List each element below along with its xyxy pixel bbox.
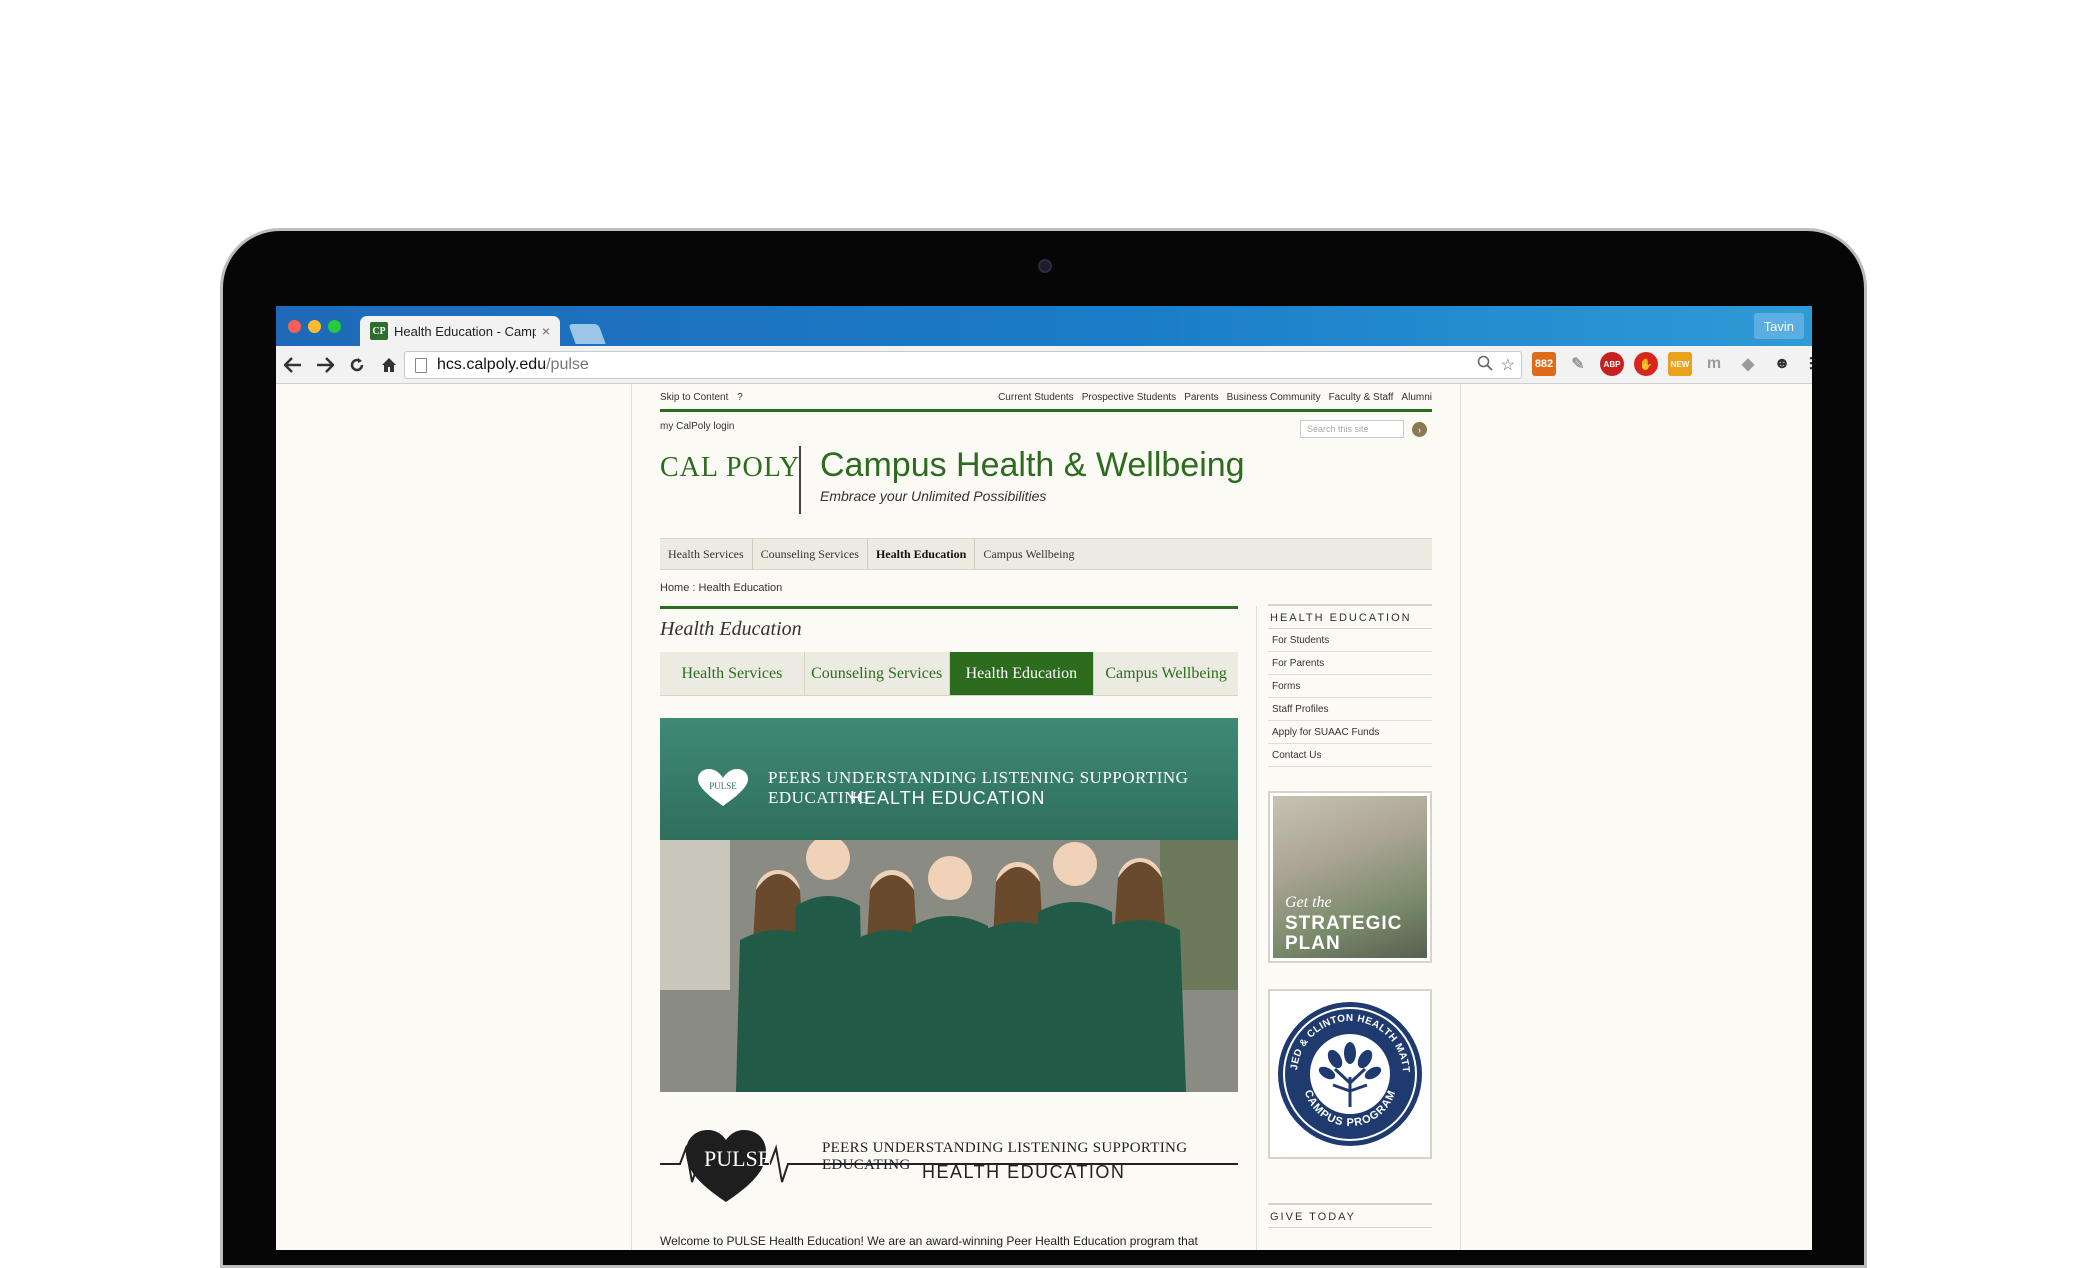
menu-hamburger-icon[interactable]: ☰ bbox=[1804, 352, 1812, 376]
audience-link-faculty-staff[interactable]: Faculty & Staff bbox=[1329, 392, 1394, 406]
panda-extension-icon[interactable]: ☻ bbox=[1770, 352, 1794, 376]
breadcrumb[interactable]: Home : Health Education bbox=[660, 582, 782, 594]
close-window-button[interactable] bbox=[288, 320, 301, 333]
nav-counseling-services[interactable]: Counseling Services bbox=[753, 539, 868, 569]
heart-icon: PULSE bbox=[698, 769, 748, 806]
tab-favicon-icon: CP bbox=[370, 322, 388, 340]
audience-link-parents[interactable]: Parents bbox=[1184, 392, 1218, 406]
reload-icon[interactable] bbox=[342, 350, 372, 380]
hero-photo: PULSE PEERS UNDERSTANDING LISTENING SUPP… bbox=[660, 718, 1238, 1092]
sidebar-link-for-students[interactable]: For Students bbox=[1268, 629, 1432, 652]
url-path: /pulse bbox=[546, 356, 589, 373]
audience-link-alumni[interactable]: Alumni bbox=[1401, 392, 1432, 406]
promo-line2: STRATEGIC bbox=[1285, 913, 1403, 934]
give-today-heading[interactable]: GIVE TODAY bbox=[1268, 1203, 1432, 1228]
promo-line1: Get the bbox=[1285, 894, 1332, 911]
diamond-extension-icon[interactable]: ◆ bbox=[1736, 352, 1760, 376]
browser-tab-bar: CP Health Education - Campus × Tavin bbox=[276, 306, 1812, 346]
site-tagline: Embrace your Unlimited Possibilities bbox=[820, 488, 1047, 504]
maximize-window-button[interactable] bbox=[328, 320, 341, 333]
strategic-plan-promo[interactable]: Get the STRATEGIC PLAN bbox=[1268, 791, 1432, 963]
tab-close-icon[interactable]: × bbox=[542, 323, 550, 339]
nav-campus-wellbeing[interactable]: Campus Wellbeing bbox=[975, 539, 1082, 569]
audience-link-prospective-students[interactable]: Prospective Students bbox=[1082, 392, 1177, 406]
page-icon bbox=[415, 357, 427, 373]
search-go-button[interactable]: › bbox=[1412, 422, 1427, 437]
address-bar[interactable]: hcs.calpoly.edu/pulse ☆ bbox=[404, 351, 1522, 379]
utility-bar: Skip to Content ? Current Students Prosp… bbox=[660, 392, 1432, 406]
back-arrow-icon[interactable] bbox=[278, 350, 308, 380]
pulse-logo-word: PULSE bbox=[704, 1146, 772, 1171]
welcome-paragraph: Welcome to PULSE Health Education! We ar… bbox=[660, 1234, 1198, 1248]
bookmark-star-icon[interactable]: ☆ bbox=[1501, 355, 1515, 376]
calpoly-logo[interactable]: CAL POLY bbox=[660, 452, 800, 484]
strategic-plan-image: Get the STRATEGIC PLAN bbox=[1273, 796, 1427, 958]
hero-banner-line2: HEALTH EDUCATION bbox=[850, 788, 1046, 808]
sidebar-link-suaac-funds[interactable]: Apply for SUAAC Funds bbox=[1268, 721, 1432, 744]
audience-link-business-community[interactable]: Business Community bbox=[1227, 392, 1321, 406]
sidebar-link-forms[interactable]: Forms bbox=[1268, 675, 1432, 698]
eyedropper-extension-icon[interactable]: ✎ bbox=[1566, 352, 1590, 376]
search-icon[interactable] bbox=[1477, 355, 1493, 376]
sidebar-link-contact-us[interactable]: Contact Us bbox=[1268, 744, 1432, 767]
content-rule bbox=[660, 606, 1238, 609]
logo-divider bbox=[799, 446, 801, 514]
promo-title: STRATEGIC PLAN bbox=[1285, 914, 1402, 954]
section-tabs: Health Services Counseling Services Heal… bbox=[660, 652, 1238, 696]
adblock-plus-icon[interactable]: ABP bbox=[1600, 352, 1624, 376]
sidebar-heading: HEALTH EDUCATION bbox=[1268, 604, 1432, 629]
webcam-icon bbox=[1038, 259, 1052, 273]
calpoly-login-link[interactable]: my CalPoly login bbox=[660, 421, 734, 432]
promo-line3: PLAN bbox=[1285, 932, 1341, 954]
site-title[interactable]: Campus Health & Wellbeing bbox=[820, 446, 1245, 485]
audience-link-current-students[interactable]: Current Students bbox=[998, 392, 1074, 406]
pulse-logo-line2: HEALTH EDUCATION bbox=[922, 1162, 1126, 1182]
hand-extension-icon[interactable]: ✋ bbox=[1634, 352, 1658, 376]
tab-health-services[interactable]: Health Services bbox=[660, 652, 805, 695]
header-rule bbox=[660, 409, 1432, 412]
m-extension-icon[interactable]: m bbox=[1702, 352, 1726, 376]
new-extension-icon[interactable]: NEW bbox=[1668, 352, 1692, 376]
help-link[interactable]: ? bbox=[737, 392, 743, 403]
tab-campus-wellbeing[interactable]: Campus Wellbeing bbox=[1094, 652, 1238, 695]
forward-arrow-icon[interactable] bbox=[310, 350, 340, 380]
browser-toolbar: hcs.calpoly.edu/pulse ☆ 882 ✎ ABP ✋ NEW … bbox=[276, 346, 1812, 384]
sidebar-link-for-parents[interactable]: For Parents bbox=[1268, 652, 1432, 675]
sidebar-link-staff-profiles[interactable]: Staff Profiles bbox=[1268, 698, 1432, 721]
pulse-logo: PULSE PEERS UNDERSTANDING LISTENING SUPP… bbox=[660, 1112, 1238, 1204]
tab-title: Health Education - Campus bbox=[394, 323, 536, 339]
minimize-window-button[interactable] bbox=[308, 320, 321, 333]
tab-health-education[interactable]: Health Education bbox=[949, 652, 1095, 695]
svg-text:PULSE: PULSE bbox=[709, 781, 737, 791]
group-photo bbox=[660, 840, 1238, 1092]
nav-health-services[interactable]: Health Services bbox=[660, 539, 753, 569]
profile-button[interactable]: Tavin bbox=[1753, 313, 1804, 339]
home-icon[interactable] bbox=[374, 350, 404, 380]
nav-health-education[interactable]: Health Education bbox=[868, 539, 976, 569]
screen: CP Health Education - Campus × Tavin hcs… bbox=[276, 306, 1812, 1250]
skip-to-content-link[interactable]: Skip to Content bbox=[660, 392, 728, 403]
new-tab-button[interactable] bbox=[568, 324, 606, 344]
sidebar-divider bbox=[1256, 606, 1257, 1250]
jed-campus-program-badge[interactable]: THE JED & CLINTON HEALTH MATTERS CAMPUS … bbox=[1268, 989, 1432, 1159]
web-page: Skip to Content ? Current Students Prosp… bbox=[631, 384, 1461, 1250]
tab-counseling-services[interactable]: Counseling Services bbox=[805, 652, 950, 695]
site-search-input[interactable]: Search this site bbox=[1300, 420, 1404, 438]
rss-extension-icon[interactable]: 882 bbox=[1532, 352, 1556, 376]
sidebar: HEALTH EDUCATION For Students For Parent… bbox=[1268, 604, 1432, 1228]
main-nav: Health Services Counseling Services Heal… bbox=[660, 538, 1432, 570]
url-host: hcs.calpoly.edu bbox=[437, 356, 547, 373]
page-title: Health Education bbox=[660, 618, 802, 640]
jed-seal: THE JED & CLINTON HEALTH MATTERS CAMPUS … bbox=[1275, 999, 1422, 1146]
browser-tab[interactable]: CP Health Education - Campus × bbox=[360, 316, 560, 346]
